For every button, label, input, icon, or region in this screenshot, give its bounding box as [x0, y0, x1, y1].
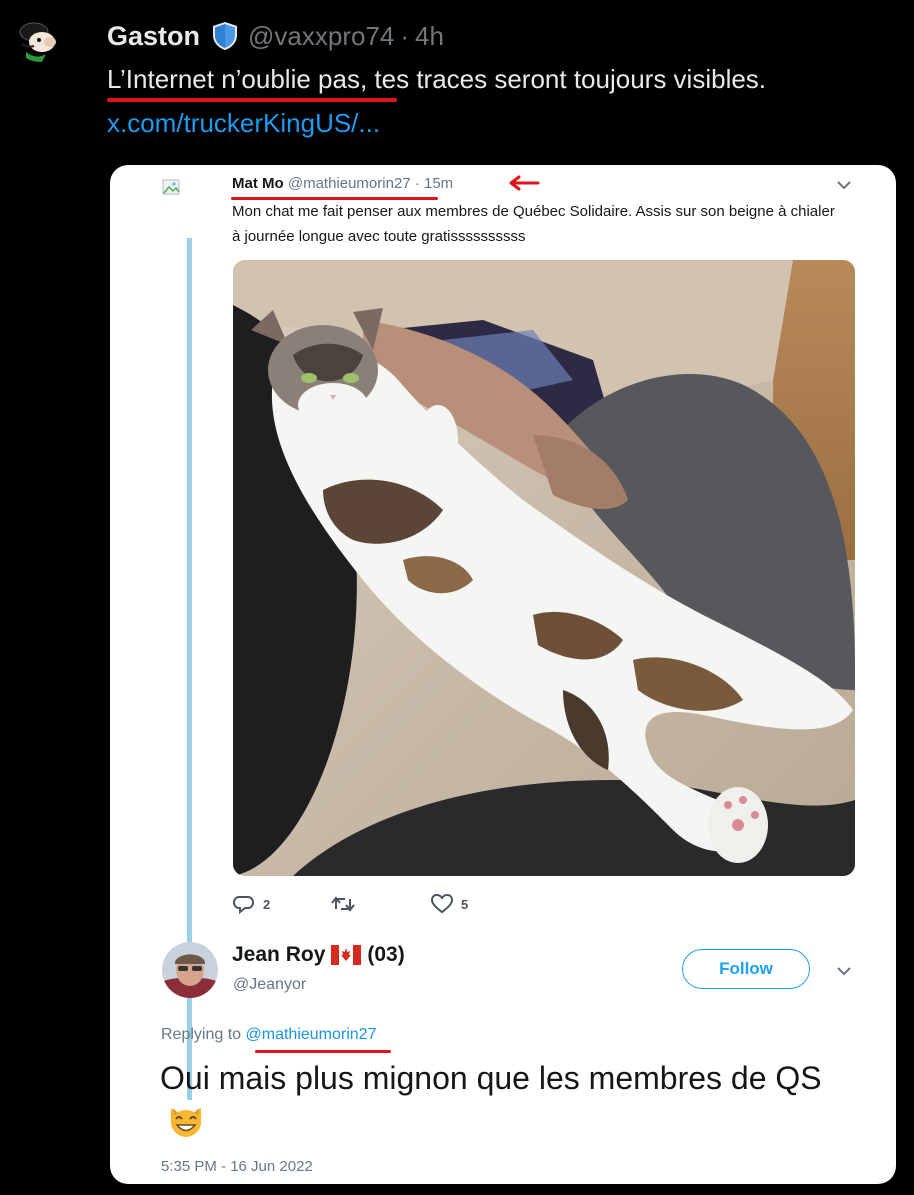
reply-author-handle[interactable]: @Jeanyor — [233, 976, 306, 994]
reply-action[interactable]: 2 — [233, 894, 331, 914]
retweet-action[interactable] — [331, 895, 431, 913]
quoted-tweet-text: Mon chat me fait penser aux membres de Q… — [232, 203, 835, 245]
reply-text-body: Oui mais plus mignon que les membres de … — [160, 1060, 822, 1096]
red-arrow-annotation — [508, 174, 540, 197]
red-underline-annotation — [255, 1050, 391, 1053]
retweet-icon — [331, 896, 355, 912]
broken-image-icon — [162, 177, 184, 199]
replying-to-label: Replying to — [161, 1026, 242, 1043]
reply-author-avatar[interactable] — [162, 942, 218, 998]
replying-to-handle[interactable]: @mathieumorin27 — [246, 1026, 377, 1043]
tweet-header: Gaston @vaxxpro74 · 4h — [107, 19, 444, 53]
cat-photo[interactable] — [233, 260, 855, 876]
like-action[interactable]: 5 — [431, 894, 468, 914]
reply-count: 2 — [263, 896, 271, 912]
meta-separator: · — [400, 20, 410, 51]
canada-flag-icon — [331, 945, 362, 965]
shield-badge-icon — [212, 21, 238, 51]
reply-author-name-row: Jean Roy (03) — [232, 943, 405, 967]
cartoon-avatar-image — [12, 14, 64, 66]
tweet-link[interactable]: x.com/truckerKingUS/... — [107, 108, 380, 139]
reply-author-name[interactable]: Jean Roy — [232, 943, 325, 967]
tweet-actions: 2 5 — [233, 893, 468, 915]
quoted-author-name[interactable]: Mat Mo — [232, 175, 284, 192]
author-avatar[interactable] — [12, 14, 64, 66]
reply-author-suffix: (03) — [367, 943, 405, 966]
chevron-down-icon[interactable] — [836, 177, 852, 193]
quoted-tweet-age[interactable]: 15m — [424, 175, 453, 192]
heart-icon — [431, 894, 453, 914]
like-count: 5 — [461, 896, 469, 912]
quoted-author-handle[interactable]: @mathieumorin27 — [288, 175, 411, 192]
replying-to-line: Replying to @mathieumorin27 — [161, 1026, 376, 1044]
author-name[interactable]: Gaston — [107, 21, 200, 52]
chevron-down-icon[interactable] — [836, 963, 852, 979]
red-underline-annotation — [107, 98, 397, 102]
meta-separator: · — [414, 175, 420, 192]
tweet-age[interactable]: 4h — [415, 21, 444, 52]
reply-bubble-icon — [233, 896, 255, 914]
reply-timestamp[interactable]: 5:35 PM - 16 Jun 2022 — [161, 1158, 313, 1175]
smiling-cat-emoji-icon — [166, 1100, 206, 1151]
tweet-text: L’Internet n’oublie pas, tes traces sero… — [107, 64, 767, 94]
follow-button[interactable]: Follow — [682, 949, 810, 989]
embedded-tweet-screenshot[interactable]: Mat Mo @mathieumorin27 · 15m Mon chat me… — [110, 165, 896, 1184]
reply-tweet-text: Oui mais plus mignon que les membres de … — [160, 1057, 840, 1151]
author-handle[interactable]: @vaxxpro74 — [248, 21, 394, 52]
quoted-tweet-header: Mat Mo @mathieumorin27 · 15m — [232, 175, 453, 192]
